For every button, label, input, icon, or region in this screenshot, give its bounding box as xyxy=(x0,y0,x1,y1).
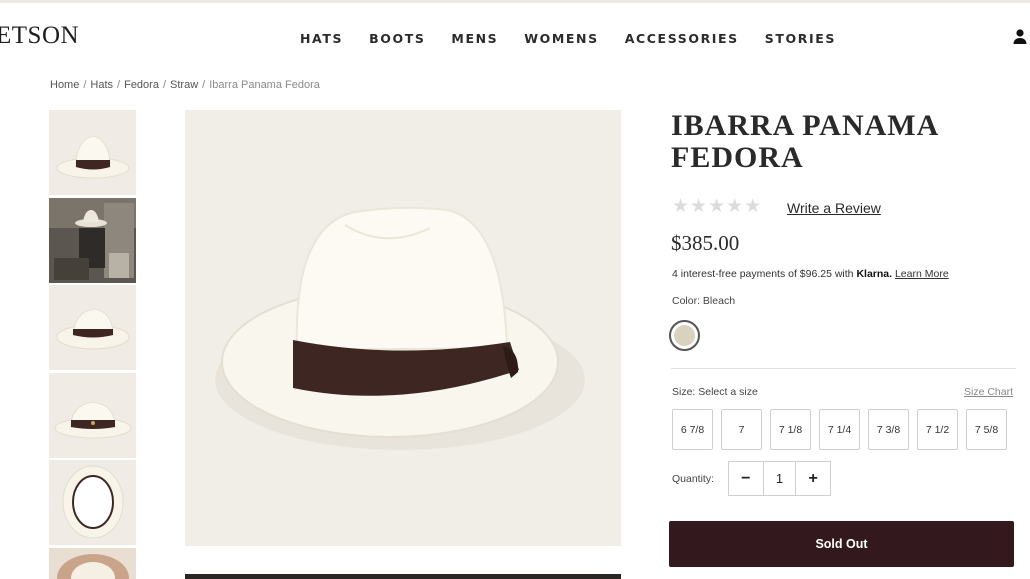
quantity-stepper: − 1 + xyxy=(728,461,831,496)
size-option[interactable]: 7 3/8 xyxy=(868,409,909,450)
product-price: $385.00 xyxy=(671,231,740,255)
quantity-label: Quantity: xyxy=(672,473,715,485)
size-options: 6 7/8 7 7 1/8 7 1/4 7 3/8 7 1/2 7 5/8 xyxy=(672,409,1015,450)
quantity-input[interactable]: 1 xyxy=(762,462,797,495)
quantity-decrease-button[interactable]: − xyxy=(729,462,763,495)
nav-womens[interactable]: WOMENS xyxy=(524,31,598,46)
size-option[interactable]: 7 1/2 xyxy=(917,409,958,450)
main-product-image[interactable] xyxy=(185,110,621,546)
sold-out-button[interactable]: Sold Out xyxy=(669,521,1014,567)
main-nav: HATS BOOTS MENS WOMENS ACCESSORIES STORI… xyxy=(300,31,862,46)
breadcrumb-home[interactable]: Home xyxy=(50,79,79,91)
star-icon: ★ xyxy=(744,196,762,217)
breadcrumb-fedora[interactable]: Fedora xyxy=(124,79,159,91)
thumbnail-5[interactable] xyxy=(49,460,136,545)
nav-stories[interactable]: STORIES xyxy=(765,31,836,46)
nav-boots[interactable]: BOOTS xyxy=(369,31,425,46)
nav-hats[interactable]: HATS xyxy=(300,31,343,46)
size-label: Size: Select a size xyxy=(672,386,758,398)
thumbnail-4[interactable] xyxy=(49,372,136,458)
write-review-link[interactable]: Write a Review xyxy=(787,200,881,216)
thumbnail-gallery xyxy=(49,110,136,579)
brand-logo[interactable]: ETSON xyxy=(0,22,79,50)
size-option[interactable]: 7 1/8 xyxy=(770,409,811,450)
star-icon: ★ xyxy=(672,196,690,217)
color-label: Color: Bleach xyxy=(672,295,736,307)
star-icon: ★ xyxy=(690,196,708,217)
nav-accessories[interactable]: ACCESSORIES xyxy=(625,31,739,46)
color-swatch-bleach[interactable] xyxy=(669,320,700,351)
klarna-learn-more-link[interactable]: Learn More xyxy=(895,268,949,280)
breadcrumb: Home / Hats / Fedora / Straw / Ibarra Panama Fed… xyxy=(50,79,320,91)
size-option[interactable]: 7 5/8 xyxy=(966,409,1007,450)
user-icon[interactable] xyxy=(1012,28,1028,46)
thumbnail-2[interactable] xyxy=(49,197,136,283)
size-option[interactable]: 6 7/8 xyxy=(672,409,713,450)
product-title: IBARRA PANAMA FEDORA xyxy=(671,109,938,174)
size-option[interactable]: 7 xyxy=(721,409,762,450)
rating-stars[interactable]: ★ ★ ★ ★ ★ xyxy=(672,197,761,217)
second-image-edge xyxy=(185,574,621,579)
nav-mens[interactable]: MENS xyxy=(451,31,498,46)
top-border xyxy=(0,0,1030,3)
klarna-logo: Klarna. xyxy=(856,268,893,280)
size-option[interactable]: 7 1/4 xyxy=(819,409,860,450)
klarna-text: 4 interest-free payments of $96.25 with xyxy=(672,268,857,280)
star-icon: ★ xyxy=(726,196,744,217)
breadcrumb-straw[interactable]: Straw xyxy=(170,79,198,91)
breadcrumb-current: Ibarra Panama Fedora xyxy=(209,79,320,91)
thumbnail-3[interactable] xyxy=(49,285,136,370)
thumbnail-1[interactable] xyxy=(49,110,136,195)
size-chart-link[interactable]: Size Chart xyxy=(964,386,1013,398)
quantity-increase-button[interactable]: + xyxy=(796,462,830,495)
klarna-message: 4 interest-free payments of $96.25 with … xyxy=(672,268,949,280)
thumbnail-6[interactable] xyxy=(49,547,136,579)
breadcrumb-hats[interactable]: Hats xyxy=(90,79,113,91)
star-icon: ★ xyxy=(708,196,726,217)
divider xyxy=(671,368,1016,369)
